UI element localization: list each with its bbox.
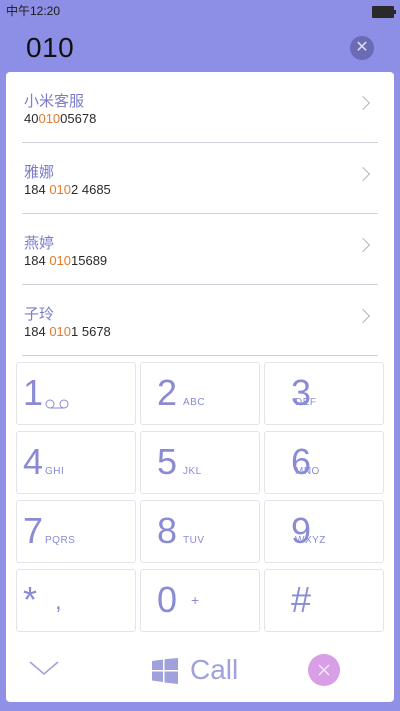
contact-row[interactable]: 雅娜 184 0102 4685 — [22, 143, 378, 214]
dial-header: 010 ✕ — [0, 22, 400, 72]
key-hash[interactable]: # — [264, 569, 384, 632]
key-1[interactable]: 1 — [16, 362, 136, 425]
contact-name: 雅娜 — [24, 164, 55, 181]
key-0[interactable]: 0 + — [140, 569, 260, 632]
contact-name: 小米客服 — [24, 93, 85, 110]
key-star[interactable]: * , — [16, 569, 136, 632]
call-button[interactable]: Call — [190, 654, 238, 686]
key-letters: PQRS — [45, 535, 76, 546]
close-icon: ✕ — [355, 39, 369, 56]
key-letters: + — [191, 592, 200, 608]
status-time: 中午12:20 — [6, 4, 61, 18]
key-3[interactable]: 3 DEF — [264, 362, 384, 425]
contact-row[interactable]: 小米客服 4001005678 — [22, 72, 378, 143]
key-letters: ABC — [183, 397, 206, 408]
key-digit: 4 — [23, 441, 44, 482]
clear-button[interactable]: ✕ — [350, 36, 374, 60]
key-8[interactable]: 8 TUV — [140, 500, 260, 563]
key-7[interactable]: 7 PQRS — [16, 500, 136, 563]
contact-name: 燕婷 — [24, 235, 55, 252]
close-icon — [318, 664, 330, 676]
contact-list: 小米客服 4001005678 雅娜 184 0102 4685 燕婷 184 … — [6, 72, 394, 356]
key-9[interactable]: 9 WXYZ — [264, 500, 384, 563]
contact-number: 4001005678 — [24, 111, 97, 126]
key-digit: 5 — [157, 441, 178, 482]
chevron-right-icon[interactable] — [355, 166, 371, 182]
chevron-right-icon[interactable] — [355, 237, 371, 253]
end-call-button[interactable] — [308, 654, 340, 686]
bottom-bar: Call — [6, 646, 394, 702]
contact-number: 184 01015689 — [24, 253, 108, 268]
chevron-down-icon[interactable] — [28, 656, 60, 680]
key-digit: 8 — [157, 510, 178, 551]
key-letters: , — [55, 588, 62, 615]
key-digit: 7 — [23, 510, 44, 551]
key-digit: # — [291, 579, 312, 620]
dialed-number[interactable]: 010 — [26, 32, 74, 64]
key-4[interactable]: 4 GHI — [16, 431, 136, 494]
match-highlight: 010 — [38, 111, 61, 126]
chevron-right-icon[interactable] — [355, 95, 371, 111]
voicemail-icon — [45, 399, 69, 409]
key-digit: * — [23, 579, 38, 620]
key-letters: GHI — [45, 466, 65, 477]
key-letters: WXYZ — [295, 535, 326, 546]
dialer-card: 小米客服 4001005678 雅娜 184 0102 4685 燕婷 184 … — [6, 72, 394, 702]
key-letters: DEF — [295, 397, 317, 408]
key-2[interactable]: 2 ABC — [140, 362, 260, 425]
status-bar: 中午12:20 — [0, 0, 400, 22]
match-highlight: 010 — [49, 182, 72, 197]
contact-row[interactable]: 燕婷 184 01015689 — [22, 214, 378, 285]
contact-number: 184 0101 5678 — [24, 324, 111, 339]
contact-row[interactable]: 子玲 184 0101 5678 — [22, 285, 378, 356]
battery-icon — [372, 6, 396, 18]
contact-number: 184 0102 4685 — [24, 182, 111, 197]
keypad: 1 2 ABC 3 DEF 4 GHI 5 JKL 6 MNO 7 PQRS 8… — [16, 362, 384, 632]
key-5[interactable]: 5 JKL — [140, 431, 260, 494]
key-digit: 0 — [157, 579, 178, 620]
key-digit: 1 — [23, 372, 44, 413]
match-highlight: 010 — [49, 253, 72, 268]
key-6[interactable]: 6 MNO — [264, 431, 384, 494]
key-letters: MNO — [295, 466, 320, 477]
key-letters: TUV — [183, 535, 205, 546]
windows-icon[interactable] — [152, 658, 178, 684]
key-digit: 2 — [157, 372, 178, 413]
chevron-right-icon[interactable] — [355, 308, 371, 324]
match-highlight: 010 — [49, 324, 72, 339]
key-letters: JKL — [183, 466, 202, 477]
contact-name: 子玲 — [24, 306, 55, 323]
